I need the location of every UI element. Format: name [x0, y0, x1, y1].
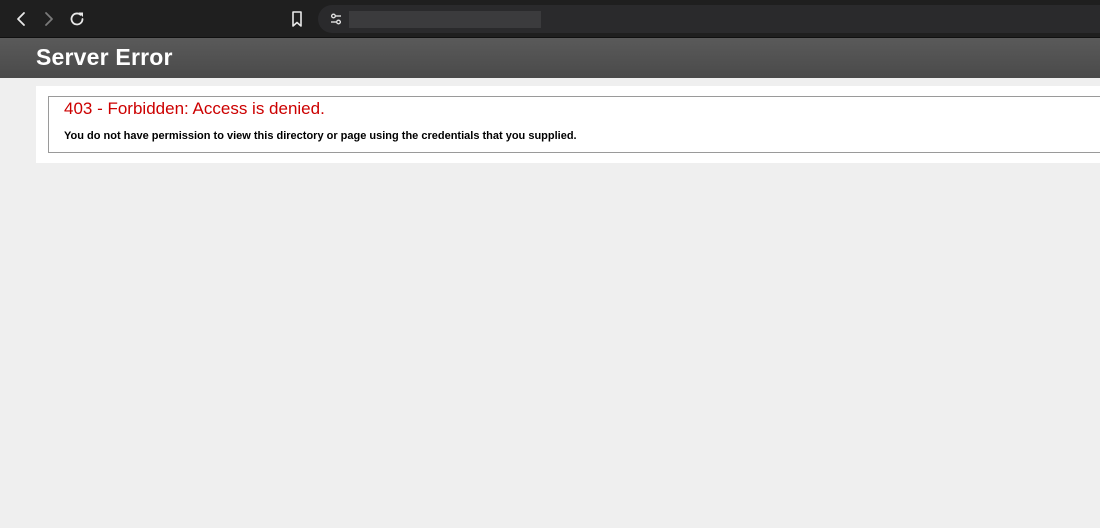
bookmark-button[interactable] [284, 6, 310, 32]
content-panel: 403 - Forbidden: Access is denied. You d… [36, 86, 1100, 163]
bookmark-icon [292, 11, 302, 27]
address-bar[interactable] [318, 5, 1100, 33]
error-fieldset: 403 - Forbidden: Access is denied. You d… [48, 96, 1100, 153]
tune-icon [331, 13, 341, 25]
url-text[interactable] [349, 11, 541, 28]
site-info-button[interactable] [324, 7, 348, 31]
chevron-left-icon [17, 12, 25, 26]
error-heading: 403 - Forbidden: Access is denied. [64, 99, 325, 118]
page-header: Server Error [0, 38, 1100, 78]
reload-icon [70, 12, 84, 26]
forward-button[interactable] [36, 6, 62, 32]
page-title: Server Error [36, 44, 173, 70]
browser-toolbar [0, 0, 1100, 38]
reload-button[interactable] [64, 6, 90, 32]
error-message: You do not have permission to view this … [64, 130, 577, 142]
back-button[interactable] [8, 6, 34, 32]
chevron-right-icon [45, 12, 53, 26]
